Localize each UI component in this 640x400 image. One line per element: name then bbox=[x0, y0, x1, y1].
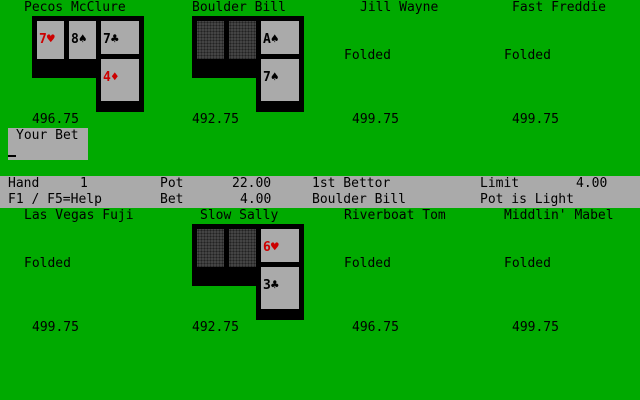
player-name-las-vegas-fuji: Las Vegas Fuji bbox=[24, 208, 134, 223]
help-hint: F1 / F5=Help bbox=[8, 192, 102, 207]
card-pecos-4: 4♦ bbox=[96, 54, 144, 112]
status-jill-wayne: Folded bbox=[344, 48, 391, 63]
money-fast-freddie: 499.75 bbox=[512, 112, 559, 127]
player-name-boulder-bill: Boulder Bill bbox=[192, 0, 286, 15]
status-fast-freddie: Folded bbox=[504, 48, 551, 63]
money-middlin-mabel: 499.75 bbox=[512, 320, 559, 335]
money-jill-wayne: 499.75 bbox=[352, 112, 399, 127]
limit-label: Limit bbox=[480, 176, 520, 191]
money-slow-sally: 492.75 bbox=[192, 320, 239, 335]
player-name-pecos: Pecos McClure bbox=[24, 0, 126, 15]
first-bettor-label: 1st Bettor bbox=[312, 176, 391, 191]
status-middlin-mabel: Folded bbox=[504, 256, 551, 271]
first-bettor-value: Boulder Bill bbox=[312, 192, 406, 207]
money-riverboat-tom: 496.75 bbox=[352, 320, 399, 335]
bet-prompt-label: Your Bet bbox=[16, 128, 79, 143]
pot-label: Pot bbox=[160, 176, 184, 191]
card-sally-4: 3♣ bbox=[256, 262, 304, 320]
player-name-jill-wayne: Jill Wayne bbox=[360, 0, 439, 15]
money-boulder-bill: 492.75 bbox=[192, 112, 239, 127]
money-pecos: 496.75 bbox=[32, 112, 79, 127]
player-name-middlin-mabel: Middlin' Mabel bbox=[504, 208, 614, 223]
bet-label: Bet bbox=[160, 192, 184, 207]
status-las-vegas-fuji: Folded bbox=[24, 256, 71, 271]
pot-value: 22.00 bbox=[232, 176, 272, 191]
bet-input-cursor[interactable] bbox=[8, 155, 16, 157]
card-bill-4: 7♠ bbox=[256, 54, 304, 112]
player-name-fast-freddie: Fast Freddie bbox=[512, 0, 606, 15]
limit-value: 4.00 bbox=[576, 176, 608, 191]
player-name-slow-sally: Slow Sally bbox=[200, 208, 279, 223]
pot-light-status: Pot is Light bbox=[480, 192, 574, 207]
status-riverboat-tom: Folded bbox=[344, 256, 391, 271]
money-las-vegas-fuji: 499.75 bbox=[32, 320, 79, 335]
hand-label: Hand bbox=[8, 176, 40, 191]
hand-value: 1 bbox=[80, 176, 88, 191]
bet-value: 4.00 bbox=[240, 192, 272, 207]
player-name-riverboat-tom: Riverboat Tom bbox=[344, 208, 446, 223]
